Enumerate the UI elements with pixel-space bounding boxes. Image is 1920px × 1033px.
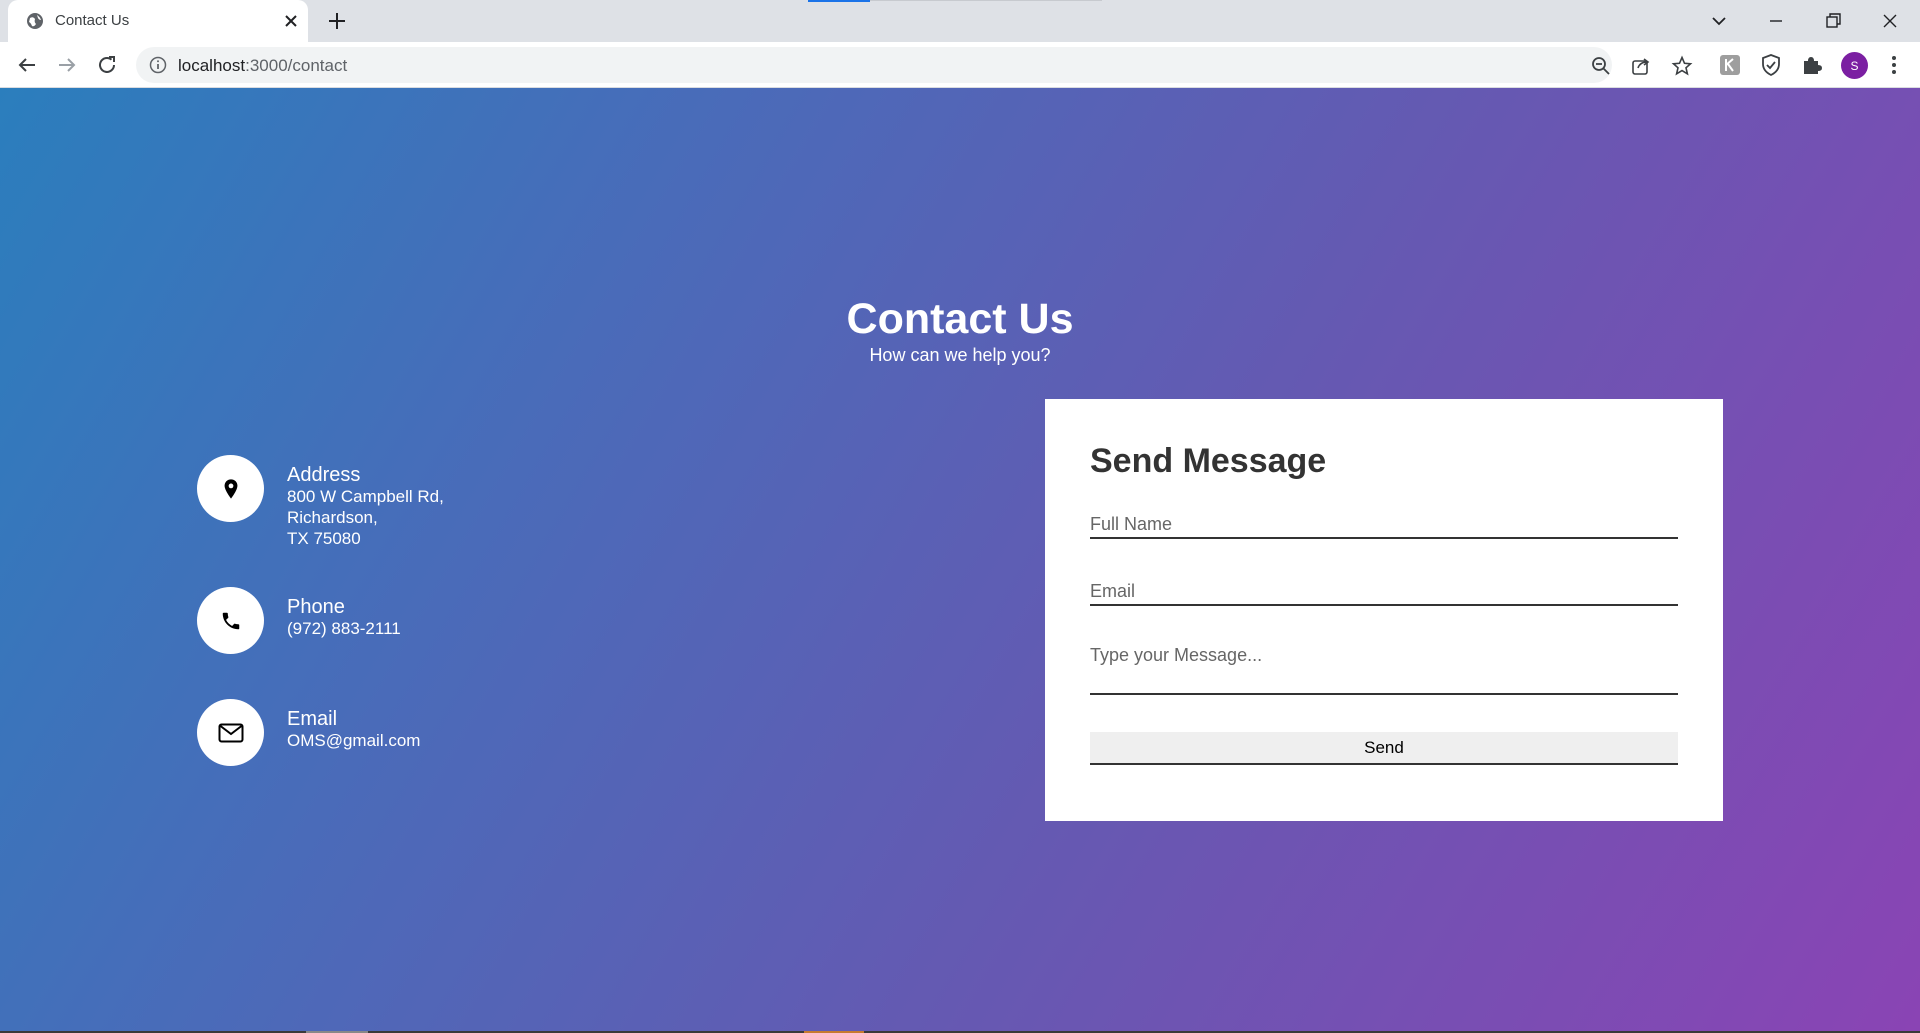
phone-icon [222, 612, 239, 629]
send-button[interactable]: Send [1090, 732, 1678, 765]
email-label: Email [287, 708, 338, 730]
contact-item-email: Email OMS@gmail.com [197, 699, 617, 769]
browser-tab-strip: Contact Us [0, 0, 1920, 42]
tab-title: Contact Us [55, 12, 130, 29]
tab-loading-indicator [808, 0, 870, 2]
zoom-out-icon[interactable] [1590, 55, 1612, 77]
phone-text: Phone (972) 883-2111 [287, 596, 401, 639]
tab-loading-track [870, 0, 1102, 1]
url-text[interactable]: localhost:3000/contact [178, 56, 347, 76]
browser-toolbar: localhost:3000/contact S [0, 42, 1920, 88]
full-name-input[interactable] [1090, 511, 1678, 539]
shield-check-icon[interactable] [1759, 53, 1783, 77]
address-label: Address [287, 464, 361, 486]
globe-icon [27, 13, 43, 29]
phone-label: Phone [287, 596, 345, 618]
restore-icon[interactable] [1820, 8, 1846, 34]
bookmark-star-icon[interactable] [1671, 55, 1693, 77]
send-message-card: Send Message Send [1045, 399, 1723, 821]
address-icon-circle [197, 455, 264, 522]
contact-page: Contact Us How can we help you? Address … [0, 88, 1920, 1031]
minimize-icon[interactable] [1763, 8, 1789, 34]
reload-icon[interactable] [95, 53, 119, 77]
phone-value: (972) 883-2111 [287, 619, 401, 638]
browser-tab[interactable]: Contact Us [8, 0, 308, 42]
tab-search-chevron-icon[interactable] [1706, 8, 1732, 34]
site-info-icon[interactable] [149, 56, 167, 74]
close-tab-icon[interactable] [282, 12, 300, 30]
contact-item-phone: Phone (972) 883-2111 [197, 587, 617, 657]
new-tab-icon[interactable] [326, 10, 348, 32]
email-input[interactable] [1090, 578, 1678, 606]
url-host: localhost [178, 56, 246, 75]
kebab-menu-icon[interactable] [1882, 53, 1906, 77]
url-path: :3000/contact [245, 56, 348, 75]
envelope-icon [218, 723, 243, 742]
location-pin-icon [224, 478, 237, 499]
address-value: 800 W Campbell Rd, Richardson, TX 75080 [287, 487, 444, 548]
share-icon[interactable] [1630, 55, 1652, 77]
email-text: Email OMS@gmail.com [287, 708, 420, 751]
form-title: Send Message [1090, 442, 1327, 480]
forward-arrow-icon[interactable] [55, 53, 79, 77]
address-bar[interactable]: localhost:3000/contact [136, 47, 1693, 83]
close-window-icon[interactable] [1877, 8, 1903, 34]
page-subtitle: How can we help you? [869, 345, 1051, 365]
page-title: Contact Us [846, 295, 1074, 343]
message-textarea[interactable] [1090, 645, 1678, 695]
extension-k-icon[interactable] [1718, 53, 1742, 77]
extensions-puzzle-icon[interactable] [1800, 53, 1824, 77]
email-value: OMS@gmail.com [287, 731, 421, 750]
contact-item-address: Address 800 W Campbell Rd, Richardson, T… [197, 455, 617, 548]
back-arrow-icon[interactable] [15, 53, 39, 77]
phone-icon-circle [197, 587, 264, 654]
email-icon-circle [197, 699, 264, 766]
profile-avatar[interactable]: S [1841, 52, 1868, 79]
address-text: Address 800 W Campbell Rd, Richardson, T… [287, 464, 444, 549]
